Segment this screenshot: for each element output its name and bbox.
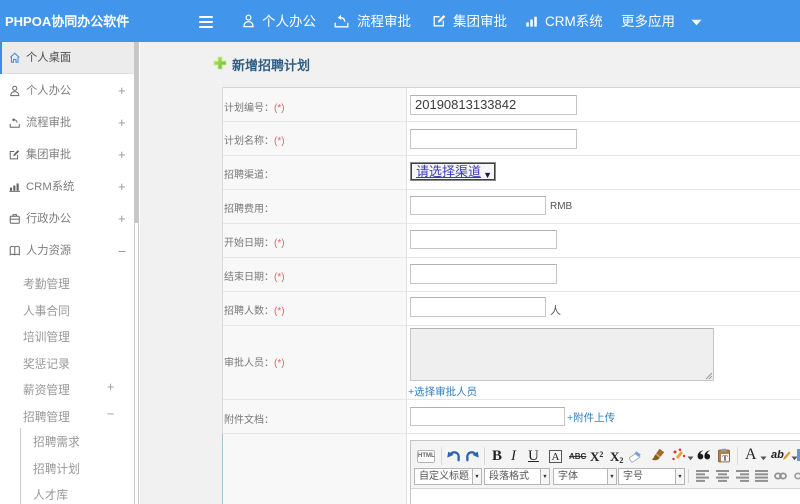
svg-text:T: T xyxy=(722,453,727,462)
